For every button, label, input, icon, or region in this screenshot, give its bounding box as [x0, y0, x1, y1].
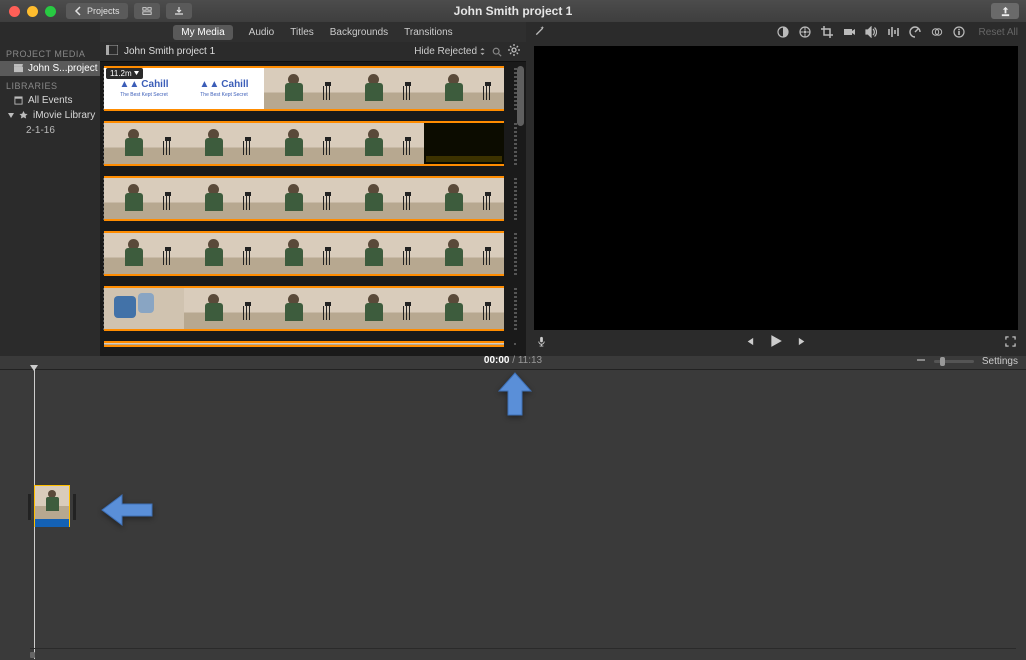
clip-strip[interactable] [104, 121, 516, 166]
filter-button[interactable] [931, 26, 943, 38]
search-icon [492, 47, 502, 57]
share-button[interactable] [991, 3, 1019, 19]
projects-label: Projects [87, 6, 120, 16]
zoom-slider[interactable] [934, 360, 974, 363]
media-browser: My Media Audio Titles Backgrounds Transi… [100, 22, 526, 356]
gear-icon [508, 44, 520, 56]
clip-strip[interactable] [104, 231, 516, 276]
settings-button[interactable]: Settings [982, 356, 1018, 367]
browser-scrollbar[interactable] [517, 66, 524, 126]
sidebar-item-event[interactable]: 2-1-16 [0, 123, 100, 138]
import-button[interactable] [166, 3, 192, 19]
clip-strip[interactable] [104, 176, 516, 221]
sidebar-item-project[interactable]: John S...project 1 [0, 61, 100, 76]
calendar-icon [14, 96, 23, 105]
clapper-icon [14, 64, 23, 73]
skip-back-icon [744, 336, 755, 347]
sidebar-heading-libraries: LIBRARIES [0, 78, 100, 93]
speedometer-icon [909, 26, 921, 38]
tab-titles[interactable]: Titles [290, 27, 314, 38]
sidebar-all-events-label: All Events [28, 95, 72, 106]
projects-back-button[interactable]: Projects [66, 3, 128, 19]
clip-handle-right[interactable] [73, 494, 76, 520]
skip-forward-icon [797, 336, 808, 347]
timeline-timecode: 00:00 / 11:13 [484, 355, 542, 366]
updown-icon [479, 48, 486, 55]
tab-backgrounds[interactable]: Backgrounds [330, 27, 388, 38]
share-icon [1000, 6, 1011, 17]
timeline[interactable]: 00:00 / 11:13 Settings [0, 356, 1026, 660]
annotation-arrow-up [495, 371, 535, 422]
stabilize-button[interactable] [843, 26, 855, 38]
sidebar-library-label: iMovie Library [33, 110, 95, 121]
wand-icon [534, 25, 545, 36]
camera-icon [843, 26, 855, 38]
info-icon [953, 26, 965, 38]
clip-strip[interactable] [104, 286, 516, 331]
info-button[interactable] [953, 26, 965, 38]
star-icon [19, 111, 28, 120]
sidebar-toggle[interactable] [106, 45, 118, 58]
browser-title: John Smith project 1 [124, 46, 215, 57]
crop-button[interactable] [821, 26, 833, 38]
color-correct-button[interactable] [799, 26, 811, 38]
clip-duration-badge: 11.2m [106, 68, 143, 79]
play-icon [769, 334, 783, 348]
color-wheel-icon [799, 26, 811, 38]
timeline-clip[interactable] [34, 485, 70, 527]
project-sidebar: PROJECT MEDIA John S...project 1 LIBRARI… [0, 22, 100, 356]
fullscreen-button[interactable] [1005, 334, 1016, 352]
sidebar-item-imovie-library[interactable]: iMovie Library [0, 108, 100, 123]
speaker-icon [865, 26, 877, 38]
prev-button[interactable] [744, 334, 755, 352]
overlap-circles-icon [931, 26, 943, 38]
timeline-footer [30, 648, 1016, 658]
clip-strip[interactable] [104, 341, 516, 347]
voiceover-button[interactable] [536, 334, 547, 352]
sidebar-item-all-events[interactable]: All Events [0, 93, 100, 108]
sidebar-heading-project-media: PROJECT MEDIA [0, 46, 100, 61]
clip-handle-left[interactable] [28, 494, 31, 520]
disclosure-triangle-icon [8, 113, 14, 119]
annotation-arrow-left [100, 492, 154, 533]
media-view-button[interactable] [134, 3, 160, 19]
sidebar-event-label: 2-1-16 [26, 125, 55, 136]
reset-all-button[interactable]: Reset All [979, 27, 1018, 38]
equalizer-icon [887, 26, 899, 38]
crop-icon [821, 26, 833, 38]
browser-tabs: My Media Audio Titles Backgrounds Transi… [100, 22, 526, 42]
play-button[interactable] [769, 334, 783, 353]
tab-audio[interactable]: Audio [249, 27, 275, 38]
sidebar-project-label: John S...project 1 [28, 63, 100, 74]
window-zoom[interactable] [45, 6, 56, 17]
tab-transitions[interactable]: Transitions [404, 27, 453, 38]
enhance-button[interactable] [534, 25, 545, 39]
search-field[interactable] [492, 47, 502, 57]
noise-reduce-button[interactable] [887, 26, 899, 38]
preview-canvas[interactable] [534, 46, 1018, 330]
window-close[interactable] [9, 6, 20, 17]
color-balance-button[interactable] [777, 26, 789, 38]
filter-label: Hide Rejected [414, 46, 477, 57]
volume-button[interactable] [865, 26, 877, 38]
microphone-icon [536, 336, 547, 347]
zoom-out-icon [916, 355, 926, 368]
preview-viewer: Reset All [526, 22, 1026, 356]
window-minimize[interactable] [27, 6, 38, 17]
browser-settings[interactable] [508, 44, 520, 59]
speed-button[interactable] [909, 26, 921, 38]
next-button[interactable] [797, 334, 808, 352]
fullscreen-icon [1005, 336, 1016, 347]
filter-dropdown[interactable]: Hide Rejected [414, 46, 486, 57]
color-balance-icon [777, 26, 789, 38]
tab-my-media[interactable]: My Media [173, 25, 232, 40]
clip-strip[interactable]: 11.2m ▲▲ CahillThe Best Kept Secret ▲▲ C… [104, 66, 516, 111]
